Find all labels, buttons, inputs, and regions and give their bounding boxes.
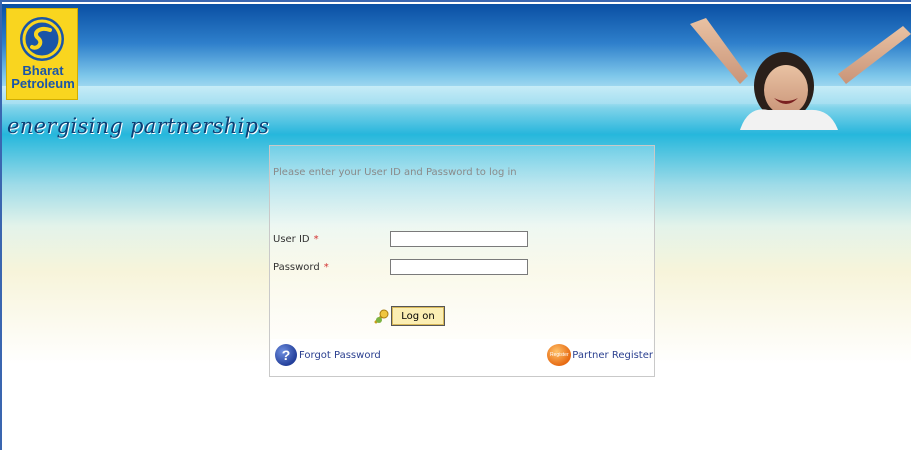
login-panel: Please enter your User ID and Password t… (269, 145, 655, 377)
logon-button[interactable]: Log on (391, 306, 445, 326)
bharat-petroleum-logo: Bharat Petroleum (6, 8, 78, 100)
user-id-label: User ID * (273, 234, 319, 245)
required-mark: * (313, 234, 319, 245)
forgot-password-text: Forgot Password (299, 349, 381, 361)
partner-register-link[interactable]: Register Partner Register (547, 344, 653, 366)
girl-photo (690, 18, 911, 130)
password-label-text: Password (273, 262, 320, 273)
login-instruction: Please enter your User ID and Password t… (273, 167, 517, 178)
required-mark: * (323, 262, 329, 273)
logo-text: Bharat Petroleum (7, 64, 79, 90)
password-input[interactable] (390, 259, 528, 275)
tagline: energising partnerships (7, 114, 270, 138)
key-icon (374, 309, 389, 324)
forgot-password-link[interactable]: ? Forgot Password (275, 344, 381, 366)
links-row: ? Forgot Password Register Partner Regis… (271, 339, 653, 373)
user-id-input[interactable] (390, 231, 528, 247)
password-label: Password * (273, 262, 329, 273)
register-icon: Register (547, 344, 572, 366)
logo-line-2: Petroleum (11, 76, 75, 91)
user-id-label-text: User ID (273, 234, 310, 245)
logo-emblem-icon (20, 17, 64, 61)
help-icon: ? (275, 344, 297, 366)
partner-register-text: Partner Register (572, 349, 653, 361)
